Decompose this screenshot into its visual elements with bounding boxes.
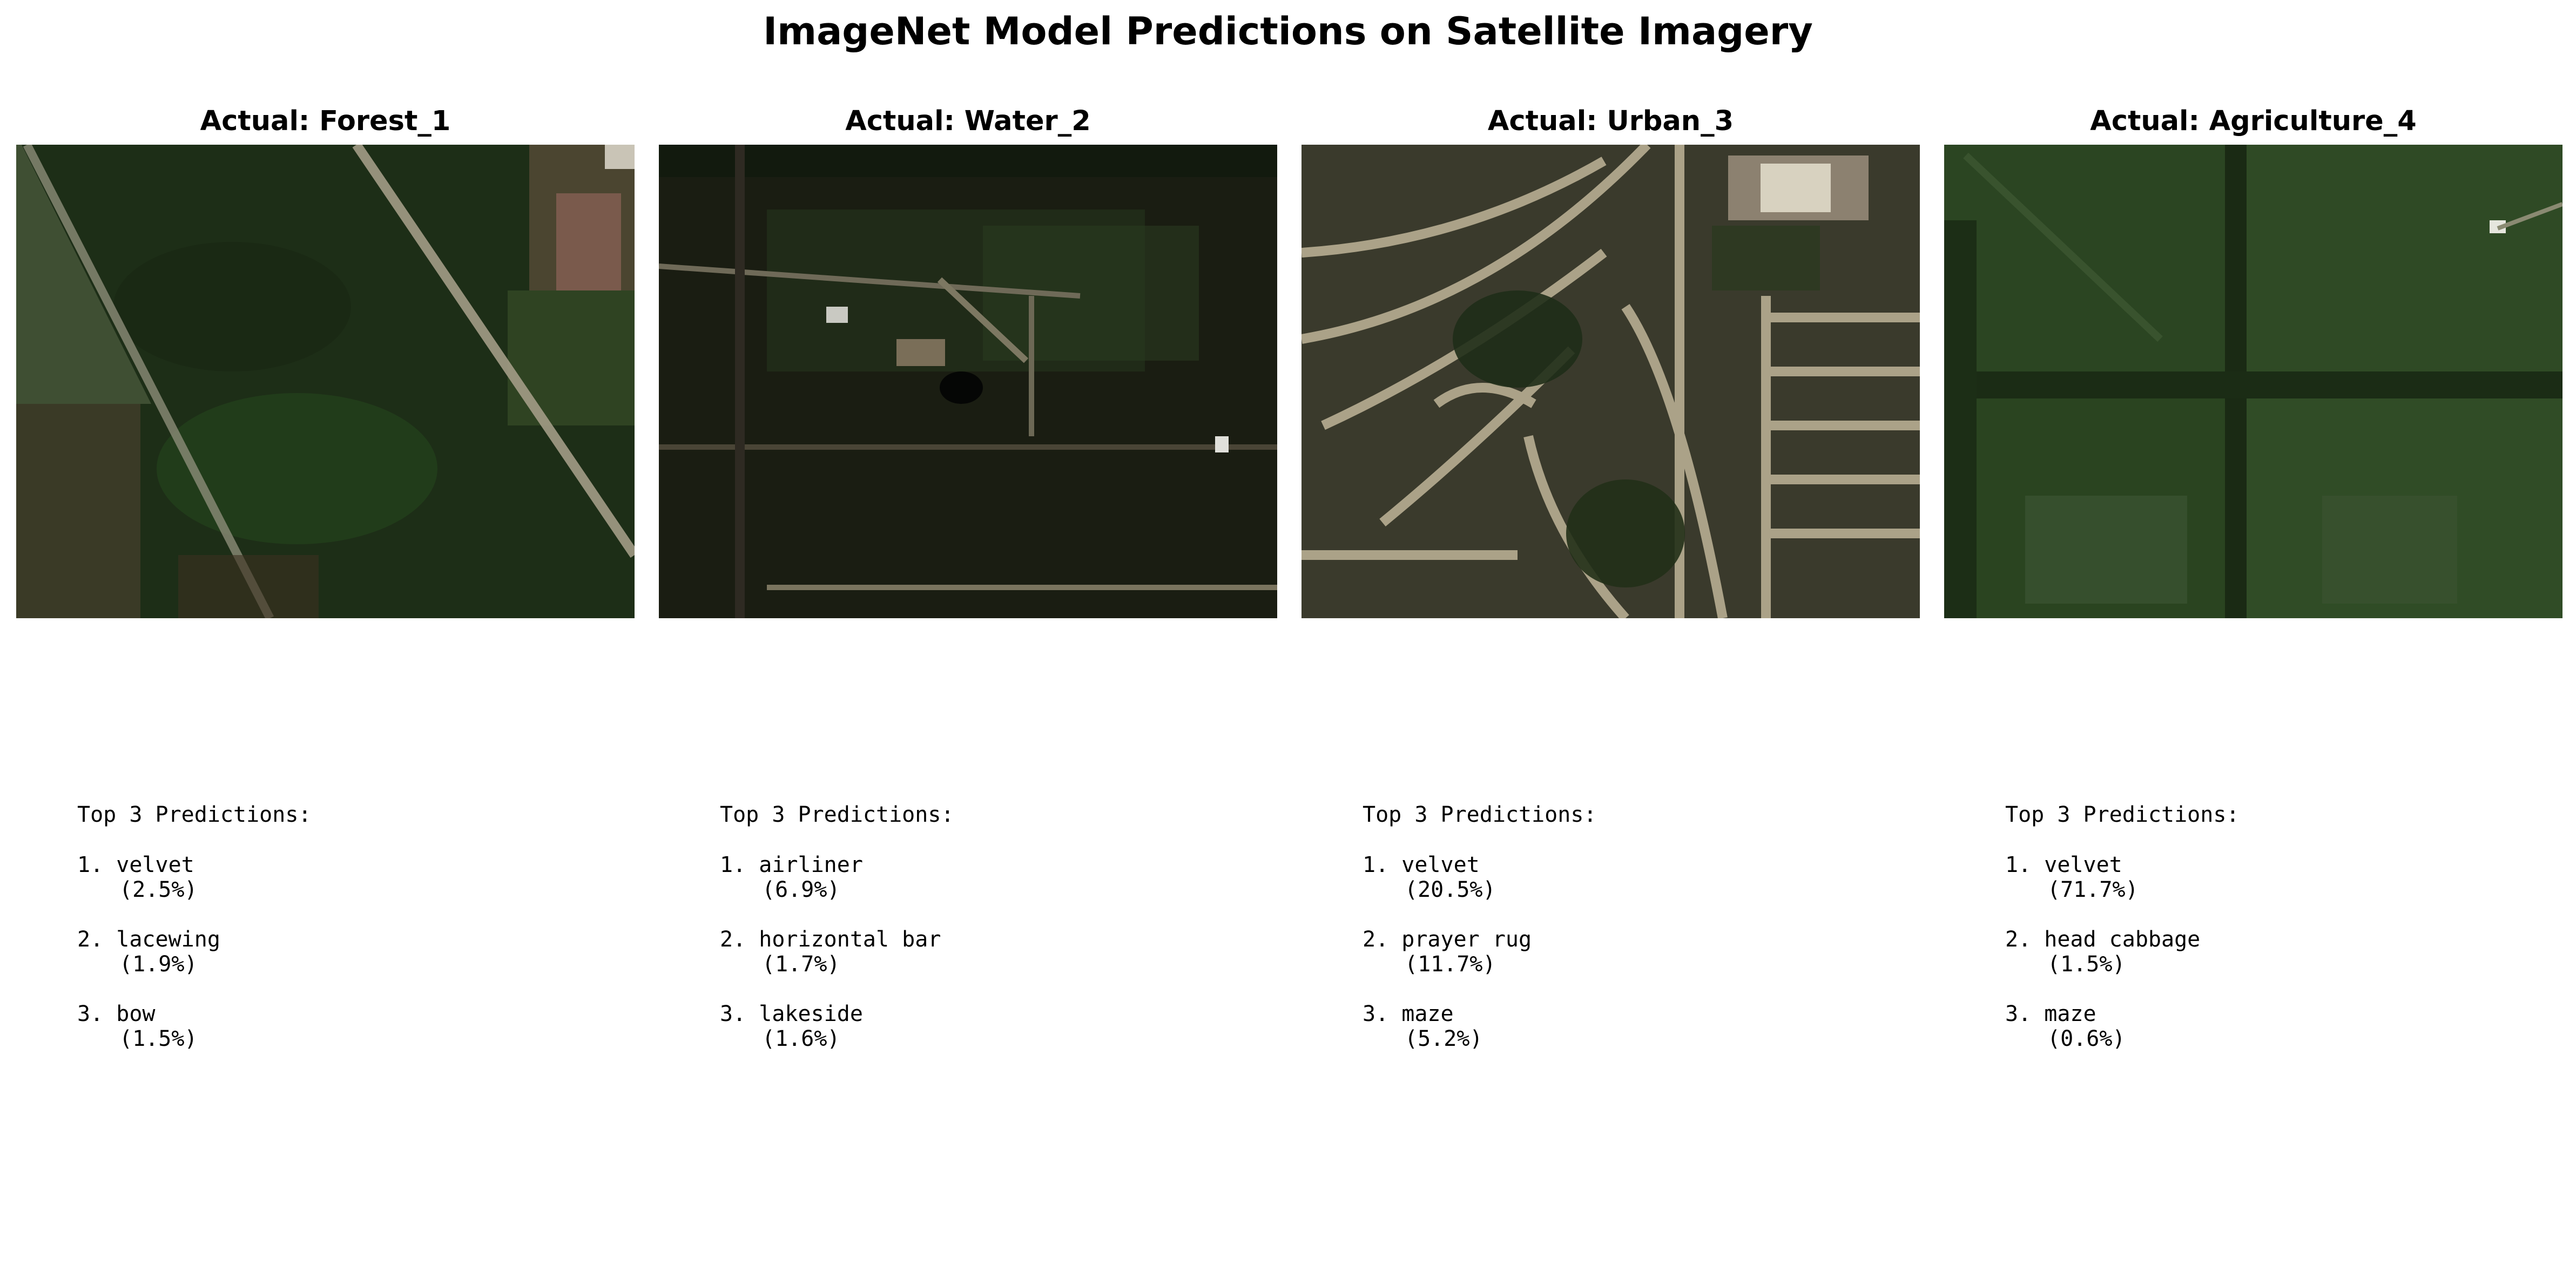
prediction-probability: (71.7%): [2047, 877, 2139, 902]
prediction-probability: (0.6%): [2047, 1026, 2126, 1051]
panel-title: Actual: Water_2: [845, 105, 1091, 137]
prediction-probability: (5.2%): [1405, 1026, 1483, 1051]
prediction-label: maze: [2044, 1002, 2096, 1026]
prediction-label: maze: [1401, 1002, 1454, 1026]
prediction-rank: 2.: [1363, 927, 1389, 952]
predictions-list: Top 3 Predictions: 1. airliner (6.9%) 2.…: [720, 802, 1260, 1051]
prediction-item: 3. maze (5.2%): [1363, 1002, 1903, 1051]
prediction-probability: (1.5%): [119, 1026, 198, 1051]
prediction-rank: 1.: [1363, 853, 1389, 877]
prediction-rank: 2.: [77, 927, 104, 952]
urban-satellite-image: [1302, 145, 1920, 618]
prediction-label: velvet: [1401, 853, 1480, 877]
predictions-list: Top 3 Predictions: 1. velvet (71.7%) 2. …: [2005, 802, 2545, 1051]
prediction-label: bow: [116, 1002, 156, 1026]
prediction-label: velvet: [116, 853, 194, 877]
prediction-item: 2. lacewing (1.9%): [77, 927, 617, 977]
predictions-list: Top 3 Predictions: 1. velvet (2.5%) 2. l…: [77, 802, 617, 1051]
prediction-label: prayer rug: [1401, 927, 1532, 952]
prediction-label: horizontal bar: [759, 927, 941, 952]
prediction-probability: (1.6%): [762, 1026, 840, 1051]
prediction-label: lacewing: [116, 927, 220, 952]
prediction-item: 1. airliner (6.9%): [720, 853, 1260, 902]
prediction-probability: (6.9%): [762, 877, 840, 902]
prediction-rank: 1.: [77, 853, 104, 877]
prediction-rank: 3.: [77, 1002, 104, 1026]
prediction-item: 2. horizontal bar (1.7%): [720, 927, 1260, 977]
panel-title: Actual: Forest_1: [200, 105, 451, 137]
prediction-label: velvet: [2044, 853, 2122, 877]
prediction-item: 2. prayer rug (11.7%): [1363, 927, 1903, 977]
prediction-label: airliner: [759, 853, 863, 877]
prediction-rank: 1.: [720, 853, 746, 877]
prediction-item: 3. bow (1.5%): [77, 1002, 617, 1051]
predictions-header: Top 3 Predictions:: [77, 802, 312, 827]
forest-satellite-image: [16, 145, 635, 618]
agriculture-satellite-image: [1944, 145, 2562, 618]
prediction-rank: 3.: [2005, 1002, 2032, 1026]
prediction-item: 1. velvet (71.7%): [2005, 853, 2545, 902]
panel-forest: Actual: Forest_1 Top 3 Predictions: 1. v…: [16, 0, 635, 1278]
prediction-item: 2. head cabbage (1.5%): [2005, 927, 2545, 977]
panel-title: Actual: Agriculture_4: [2090, 105, 2417, 137]
prediction-rank: 3.: [720, 1002, 746, 1026]
prediction-rank: 2.: [2005, 927, 2032, 952]
prediction-rank: 3.: [1363, 1002, 1389, 1026]
prediction-probability: (11.7%): [1405, 952, 1496, 977]
prediction-probability: (1.9%): [119, 952, 198, 977]
prediction-item: 1. velvet (20.5%): [1363, 853, 1903, 902]
prediction-probability: (20.5%): [1405, 877, 1496, 902]
predictions-header: Top 3 Predictions:: [1363, 802, 1597, 827]
prediction-probability: (1.5%): [2047, 952, 2126, 977]
panel-urban: Actual: Urban_3 Top 3 Predictions: 1. ve…: [1302, 0, 1920, 1278]
prediction-rank: 2.: [720, 927, 746, 952]
panel-agriculture: Actual: Agriculture_4 Top 3 Predictions:…: [1944, 0, 2562, 1278]
prediction-probability: (2.5%): [119, 877, 198, 902]
water-satellite-image: [659, 145, 1277, 618]
panel-title: Actual: Urban_3: [1487, 105, 1734, 137]
prediction-label: head cabbage: [2044, 927, 2201, 952]
panel-water: Actual: Water_2 Top 3 Predictions: 1. ai…: [659, 0, 1277, 1278]
prediction-item: 1. velvet (2.5%): [77, 853, 617, 902]
prediction-label: lakeside: [759, 1002, 863, 1026]
prediction-rank: 1.: [2005, 853, 2032, 877]
predictions-header: Top 3 Predictions:: [2005, 802, 2240, 827]
prediction-probability: (1.7%): [762, 952, 840, 977]
prediction-item: 3. maze (0.6%): [2005, 1002, 2545, 1051]
prediction-item: 3. lakeside (1.6%): [720, 1002, 1260, 1051]
predictions-list: Top 3 Predictions: 1. velvet (20.5%) 2. …: [1363, 802, 1903, 1051]
predictions-header: Top 3 Predictions:: [720, 802, 954, 827]
